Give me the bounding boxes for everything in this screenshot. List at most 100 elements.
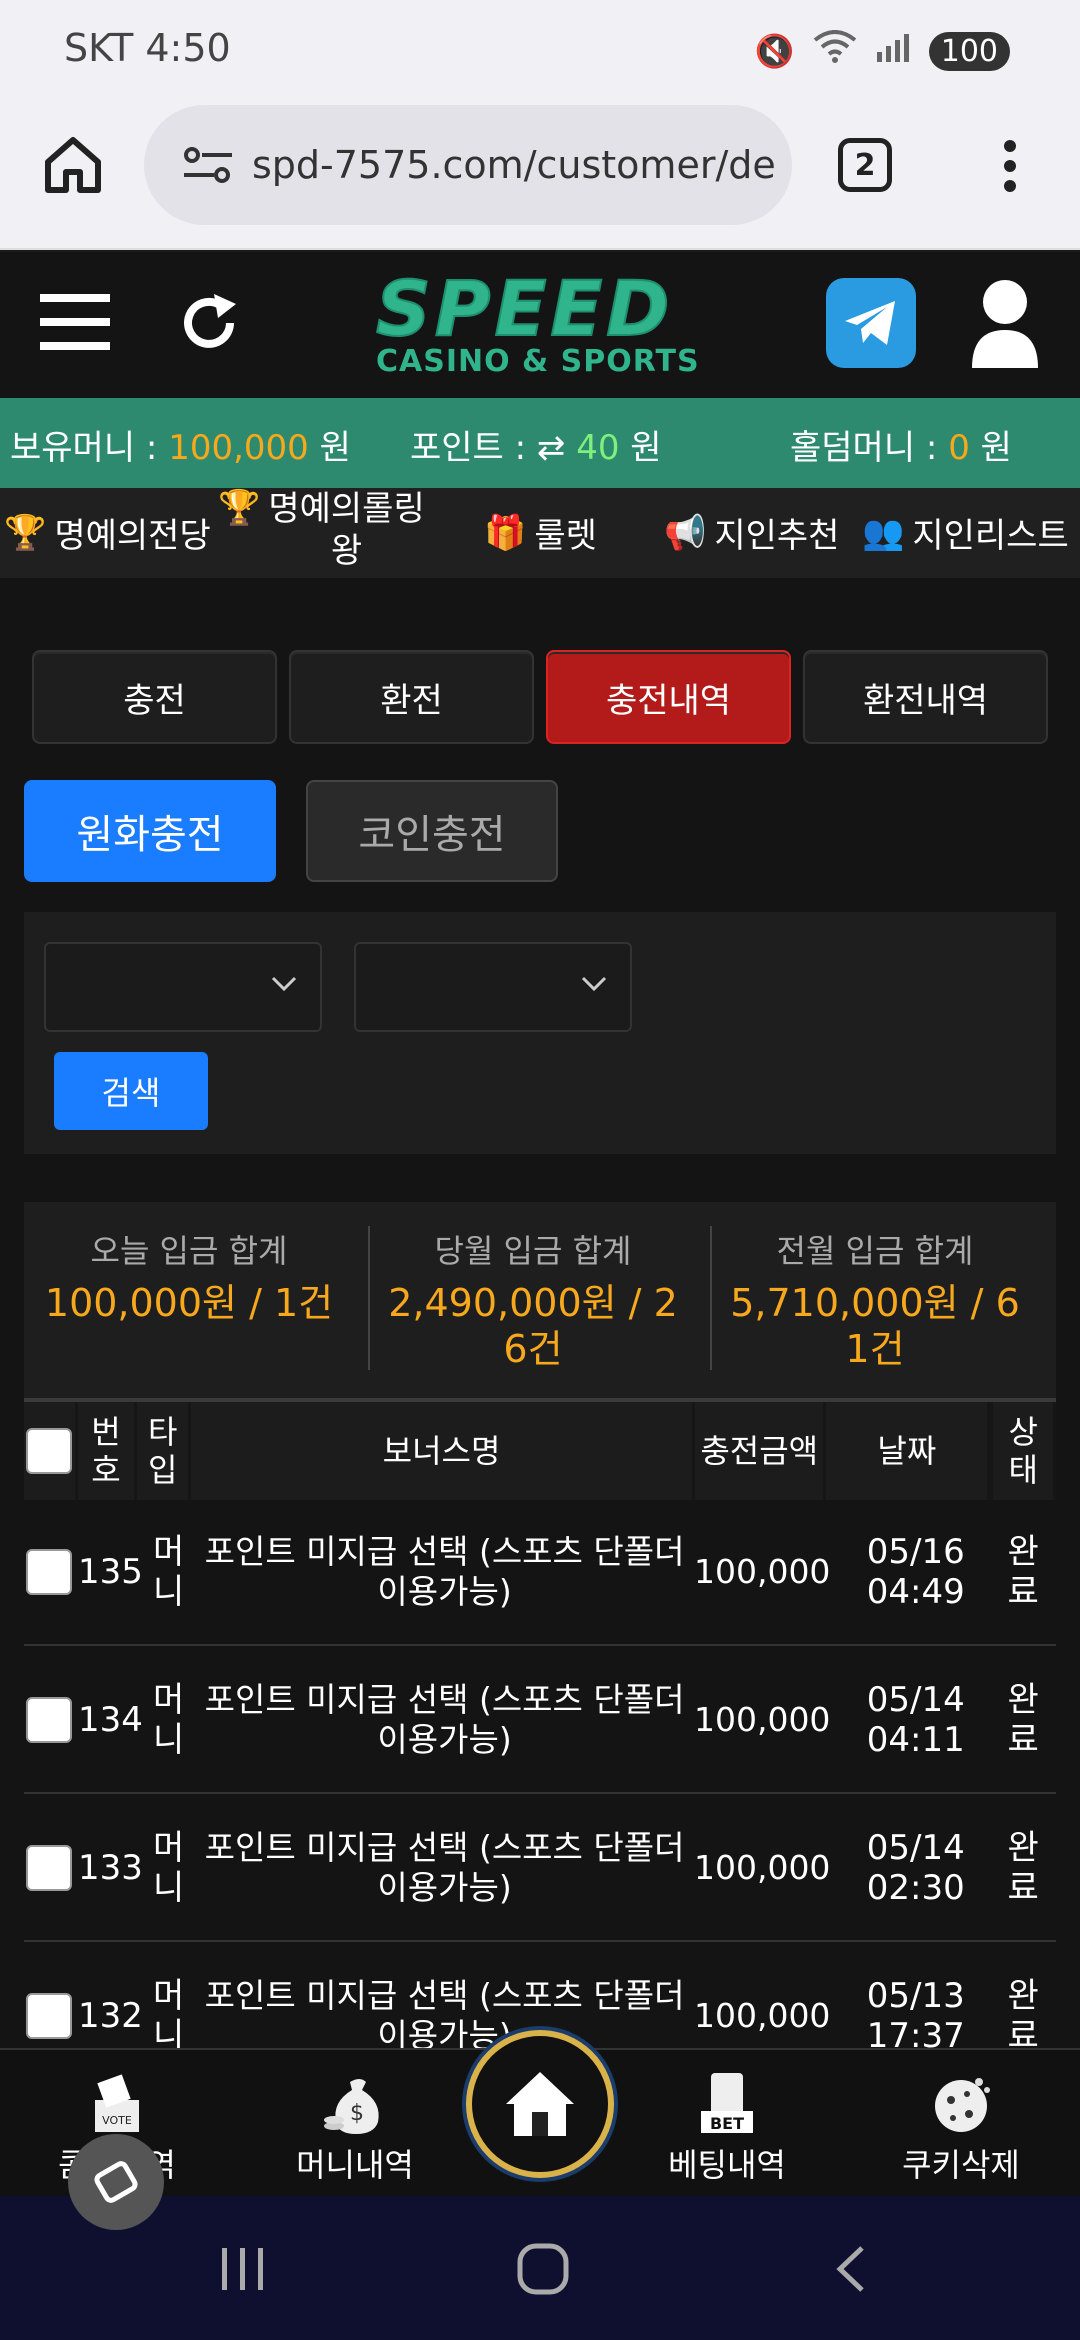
nav-money-history[interactable]: $ 머니내역 xyxy=(260,2068,450,2186)
nav-clear-cookies[interactable]: 쿠키삭제 xyxy=(866,2068,1056,2186)
rotate-screen-icon[interactable] xyxy=(68,2134,164,2230)
nav-home-button[interactable] xyxy=(466,2030,614,2178)
tab-deposit[interactable]: 충전 xyxy=(32,650,277,744)
summary-label: 오늘 입금 합계 xyxy=(90,1232,288,1270)
quick-menu-label: 명예의전당 xyxy=(54,516,211,556)
row-amount: 100,000 xyxy=(693,1848,831,1887)
quick-menu-label: 지인리스트 xyxy=(912,516,1069,556)
table-row: 133 머 니 포인트 미지급 선택 (스포츠 단폴더 이용가능) 100,000 05/1… xyxy=(24,1796,1056,1942)
summary-value-line1: 2,490,000원 / 2 xyxy=(388,1281,678,1325)
svg-text:BET: BET xyxy=(710,2114,744,2133)
row-status-line1: 완 xyxy=(1007,1532,1039,1572)
money-bar: 보유머니 : 100,000 원 포인트 : ⇄ 40 원 홀덤머니 : 0 원 xyxy=(0,398,1080,488)
row-status-line2: 료 xyxy=(1007,1572,1039,1612)
nav-label: 베팅내역 xyxy=(668,2146,786,2184)
summary-label: 전월 입금 합계 xyxy=(776,1232,974,1270)
row-date-line1: 05/14 xyxy=(866,1828,965,1868)
table-row: 134 머 니 포인트 미지급 선택 (스포츠 단폴더 이용가능) 100,000 05/1… xyxy=(24,1648,1056,1794)
megaphone-icon: 📢 xyxy=(664,512,707,553)
quick-menu-referral[interactable]: 📢 지인추천 xyxy=(664,508,839,557)
telegram-icon[interactable] xyxy=(826,278,916,368)
row-bonus-line2: 이용가능) xyxy=(377,1868,512,1907)
select-all-checkbox[interactable] xyxy=(26,1428,73,1474)
holdem-value: 0 xyxy=(948,428,970,468)
quick-menu-roulette[interactable]: 🎁 룰렛 xyxy=(484,508,597,557)
row-bonus: 포인트 미지급 선택 (스포츠 단폴더 이용가능) xyxy=(191,1500,698,1644)
quick-menu-label: 지인추천 xyxy=(714,516,840,556)
header-no-line1: 번 xyxy=(91,1413,121,1451)
signal-icon xyxy=(875,32,911,70)
nav-bet-history[interactable]: BET 베팅내역 xyxy=(632,2068,822,2186)
tab-deposit-history[interactable]: 충전내역 xyxy=(546,650,791,744)
refresh-icon[interactable] xyxy=(176,290,242,356)
row-no: 134 xyxy=(78,1700,143,1740)
row-status-line2: 료 xyxy=(1007,1868,1039,1908)
tab-withdraw-history[interactable]: 환전내역 xyxy=(803,650,1048,744)
quick-menu-rolling-king[interactable]: 🏆 명예의롤링 왕 xyxy=(218,488,425,572)
holdem-unit: 원 xyxy=(969,428,1012,468)
row-type-line2: 니 xyxy=(153,2016,185,2048)
vote-box-icon: VOTE xyxy=(22,2068,212,2140)
row-date-line2: 04:49 xyxy=(866,1572,965,1612)
address-bar[interactable]: spd-7575.com/customer/de xyxy=(144,105,792,225)
trophy-icon: 🏆 xyxy=(4,512,47,553)
row-bonus-line1: 포인트 미지급 선택 (스포츠 단폴더 xyxy=(204,1680,685,1719)
currency-subtabs: 원화충전 코인충전 xyxy=(24,780,558,884)
row-status-line1: 완 xyxy=(1007,1828,1039,1868)
balance-value: 100,000 xyxy=(168,428,309,468)
search-button[interactable]: 검색 xyxy=(54,1052,208,1130)
row-bonus: 포인트 미지급 선택 (스포츠 단폴더 이용가능) xyxy=(191,1944,698,2048)
balance-label: 보유머니 : xyxy=(10,428,169,468)
summary-value: 100,000원 / 1건 xyxy=(24,1280,354,1326)
url-text[interactable]: spd-7575.com/customer/de xyxy=(252,143,792,187)
system-home-icon[interactable] xyxy=(516,2242,570,2296)
row-no: 133 xyxy=(78,1848,143,1888)
row-checkbox[interactable] xyxy=(26,1549,73,1595)
row-amount: 100,000 xyxy=(693,1700,831,1739)
summary-value-line2: 6건 xyxy=(503,1327,563,1371)
row-status-line1: 완 xyxy=(1007,1976,1039,2016)
row-checkbox[interactable] xyxy=(26,1993,73,2039)
subtab-coin-deposit[interactable]: 코인충전 xyxy=(306,780,558,882)
row-type-line1: 머 xyxy=(153,1532,185,1572)
row-date: 05/14 02:30 xyxy=(841,1796,990,1940)
quick-menu-referral-list[interactable]: 👥 지인리스트 xyxy=(862,508,1069,557)
exchange-arrows-icon[interactable]: ⇄ xyxy=(537,428,576,468)
main-content: 충전 환전 충전내역 환전내역 원화충전 코인충전 ~ 검색 오늘 입금 합계 … xyxy=(0,578,1080,2048)
summary-value-line2: 1건 xyxy=(845,1327,905,1371)
row-select-cell xyxy=(24,1796,75,1940)
row-no: 132 xyxy=(78,1996,143,2036)
subtab-krw-deposit[interactable]: 원화충전 xyxy=(24,780,276,882)
money-bag-icon: $ xyxy=(260,2068,450,2140)
summary-value-line1: 100,000원 / 1건 xyxy=(44,1281,334,1325)
more-options-icon[interactable] xyxy=(996,136,1024,196)
quick-menu: 🏆 명예의전당 🏆 명예의롤링 왕 🎁 룰렛 📢 지인추천 👥 지인리스트 xyxy=(0,488,1080,578)
row-date-line2: 04:11 xyxy=(866,1720,965,1760)
quick-menu-hall-of-fame[interactable]: 🏆 명예의전당 xyxy=(4,508,211,557)
recent-apps-icon[interactable] xyxy=(218,2244,268,2294)
site-settings-icon[interactable] xyxy=(180,145,236,185)
svg-text:$: $ xyxy=(350,2101,364,2126)
home-icon xyxy=(506,2072,574,2136)
nav-label: 쿠키삭제 xyxy=(902,2146,1020,2184)
tab-switcher-button[interactable]: 2 xyxy=(838,138,892,192)
menu-icon[interactable] xyxy=(40,292,110,352)
row-status: 완료 xyxy=(993,1648,1053,1792)
end-date-select[interactable] xyxy=(354,942,632,1032)
back-icon[interactable] xyxy=(830,2244,870,2294)
row-date-line1: 05/14 xyxy=(866,1680,965,1720)
battery-indicator: 100 xyxy=(928,31,1010,71)
holdem-label: 홀덤머니 : xyxy=(790,428,949,468)
header-status-line2: 태 xyxy=(1008,1451,1038,1489)
points-value: 40 xyxy=(576,428,620,468)
row-checkbox[interactable] xyxy=(26,1845,73,1891)
start-date-select[interactable] xyxy=(44,942,322,1032)
user-profile-icon[interactable] xyxy=(968,276,1042,370)
header-amount: 충전금액 xyxy=(695,1402,824,1500)
row-checkbox[interactable] xyxy=(26,1697,73,1743)
site-logo[interactable]: SPEED CASINO & SPORTS xyxy=(375,270,706,384)
row-amount: 100,000 xyxy=(693,1552,831,1591)
tab-withdraw[interactable]: 환전 xyxy=(289,650,534,744)
points-label: 포인트 : xyxy=(410,428,537,468)
browser-home-icon[interactable] xyxy=(38,130,108,200)
